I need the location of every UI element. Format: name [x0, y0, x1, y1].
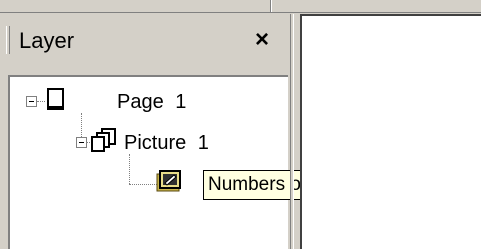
panel-title: Layer: [19, 28, 75, 53]
tree-item-page[interactable]: Page 1: [117, 92, 186, 112]
tree-connector: [129, 184, 157, 185]
panel-splitter[interactable]: [290, 14, 294, 249]
tree-connector: [81, 113, 82, 137]
nodes-layer-icon[interactable]: [156, 168, 182, 192]
tree-connector: [129, 154, 130, 184]
top-separator: [270, 0, 272, 12]
close-icon[interactable]: ×: [255, 28, 269, 52]
panel-grip[interactable]: [6, 26, 10, 54]
canvas-area[interactable]: [300, 14, 481, 249]
tree-connector: [37, 101, 45, 102]
collapse-toggle-page[interactable]: [26, 96, 37, 107]
collapse-toggle-picture[interactable]: [76, 137, 87, 148]
tree-item-picture[interactable]: Picture 1: [124, 133, 209, 153]
top-toolbar-strip: [0, 0, 481, 13]
page-icon: [47, 88, 64, 110]
picture-icon: [91, 128, 116, 152]
